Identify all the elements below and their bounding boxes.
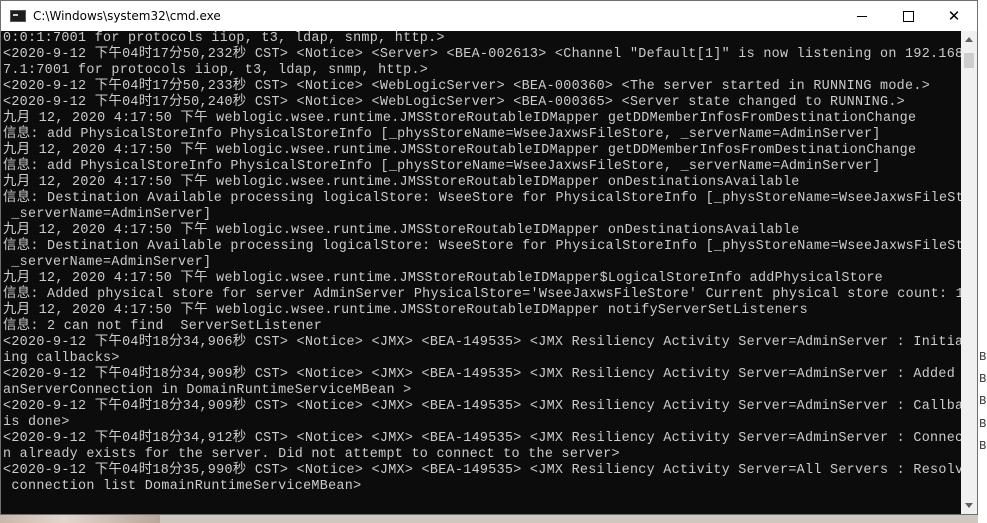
minimize-button[interactable] [839, 1, 885, 31]
console-line: _serverName=AdminServer] [3, 255, 212, 270]
console-line: <2020-9-12 下午04时18分34,912秒 CST> <Notice>… [3, 431, 961, 446]
scroll-down-icon[interactable] [961, 497, 977, 514]
cmd-icon[interactable] [10, 10, 26, 22]
maximize-button[interactable] [885, 1, 931, 31]
window-title: C:\Windows\system32\cmd.exe [33, 9, 221, 23]
console-line: n already exists for the server. Did not… [3, 447, 620, 462]
console-line: 九月 12, 2020 4:17:50 下午 weblogic.wsee.run… [3, 143, 917, 158]
background-char: B [979, 438, 987, 452]
console-line: <2020-9-12 下午04时17分50,232秒 CST> <Notice>… [3, 47, 961, 62]
console-line: 信息: 2 can not find ServerSetListener [3, 319, 323, 334]
scroll-up-icon[interactable] [961, 31, 977, 48]
background-char: B [979, 350, 987, 363]
cmd-window[interactable]: C:\Windows\system32\cmd.exe ✕ 0:0:1:7001… [0, 0, 978, 515]
background-char: B [979, 394, 987, 408]
console-line: 信息: add PhysicalStoreInfo PhysicalStoreI… [3, 159, 881, 174]
console-line: <2020-9-12 下午04时18分34,909秒 CST> <Notice>… [3, 399, 961, 414]
close-button[interactable]: ✕ [931, 1, 977, 31]
console-line: 信息: add PhysicalStoreInfo PhysicalStoreI… [3, 127, 881, 142]
console-line: 九月 12, 2020 4:17:50 下午 weblogic.wsee.run… [3, 223, 800, 238]
close-icon: ✕ [947, 7, 961, 25]
console-output[interactable]: 0:0:1:7001 for protocols iiop, t3, ldap,… [3, 31, 961, 511]
background-window-text: B B B B B [979, 346, 987, 457]
background-char: B [979, 372, 987, 386]
title-bar[interactable]: C:\Windows\system32\cmd.exe ✕ [1, 1, 977, 31]
console-line: anServerConnection in DomainRuntimeServi… [3, 383, 412, 398]
console-line: <2020-9-12 下午04时18分34,909秒 CST> <Notice>… [3, 367, 961, 382]
console-line: 九月 12, 2020 4:17:50 下午 weblogic.wsee.run… [3, 303, 808, 318]
console-line: 九月 12, 2020 4:17:50 下午 weblogic.wsee.run… [3, 111, 917, 126]
console-line: 7.1:7001 for protocols iiop, t3, ldap, s… [3, 63, 429, 78]
console-line: 九月 12, 2020 4:17:50 下午 weblogic.wsee.run… [3, 271, 883, 286]
console-line: connection list DomainRuntimeServiceMBea… [3, 479, 362, 494]
console-line: <2020-9-12 下午04时18分35,990秒 CST> <Notice>… [3, 463, 961, 478]
console-line: <2020-9-12 下午04时17分50,233秒 CST> <Notice>… [3, 79, 931, 94]
console-line: is done> [3, 415, 70, 430]
console-line: 九月 12, 2020 4:17:50 下午 weblogic.wsee.run… [3, 175, 800, 190]
scroll-thumb[interactable] [964, 53, 974, 68]
console-line: 信息: Destination Available processing log… [3, 239, 961, 254]
vertical-scrollbar[interactable] [961, 31, 977, 514]
console-line: ing callbacks> [3, 351, 120, 366]
console-line: 信息: Added physical store for server Admi… [3, 287, 961, 302]
console-line: <2020-9-12 下午04时17分50,240秒 CST> <Notice>… [3, 95, 906, 110]
desktop: B B B B B C:\Windows\system32\cmd.exe ✕ … [0, 0, 987, 523]
console-line: _serverName=AdminServer] [3, 207, 212, 222]
console-line: 信息: Destination Available processing log… [3, 191, 961, 206]
console-line: <2020-9-12 下午04时18分34,906秒 CST> <Notice>… [3, 335, 961, 350]
background-char: B [979, 416, 987, 430]
console-line: 0:0:1:7001 for protocols iiop, t3, ldap,… [3, 31, 445, 46]
